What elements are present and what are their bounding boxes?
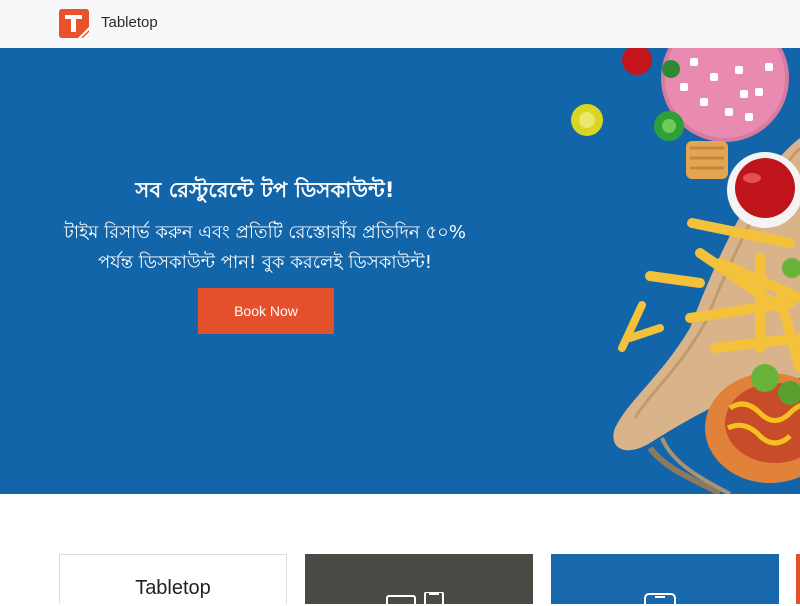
feature-card-title: Tabletop (135, 577, 211, 599)
top-navbar: Tabletop (0, 0, 800, 48)
book-now-button[interactable]: Book Now (198, 288, 334, 334)
feature-card-phone[interactable] (551, 554, 779, 606)
phone-icon (644, 593, 676, 606)
feature-card-tablet[interactable] (305, 554, 533, 606)
feature-cards: Tabletop (0, 494, 800, 606)
hero-subtitle-line-2: পর্যন্ত ডিসকাউন্ট পান! বুক করলেই ডিসকাউন… (98, 252, 432, 273)
feature-card-tabletop[interactable]: Tabletop (59, 554, 287, 604)
tabletop-logo-icon[interactable] (59, 9, 89, 38)
hero-subtitle: টাইম রিসার্ভ করুন এবং প্রতিটি রেস্তোরাঁয… (32, 218, 498, 278)
tablet-icon (386, 592, 444, 606)
feature-card-partial[interactable] (796, 554, 800, 604)
hero-banner: সব রেস্টুরেন্টে টপ ডিসকাউন্ট! টাইম রিসার… (0, 48, 800, 494)
hero-subtitle-line-1: টাইম রিসার্ভ করুন এবং প্রতিটি রেস্তোরাঁয… (64, 222, 466, 243)
brand-name[interactable]: Tabletop (101, 14, 158, 31)
hero-title: সব রেস্টুরেন্টে টপ ডিসকাউন্ট! (135, 178, 395, 202)
